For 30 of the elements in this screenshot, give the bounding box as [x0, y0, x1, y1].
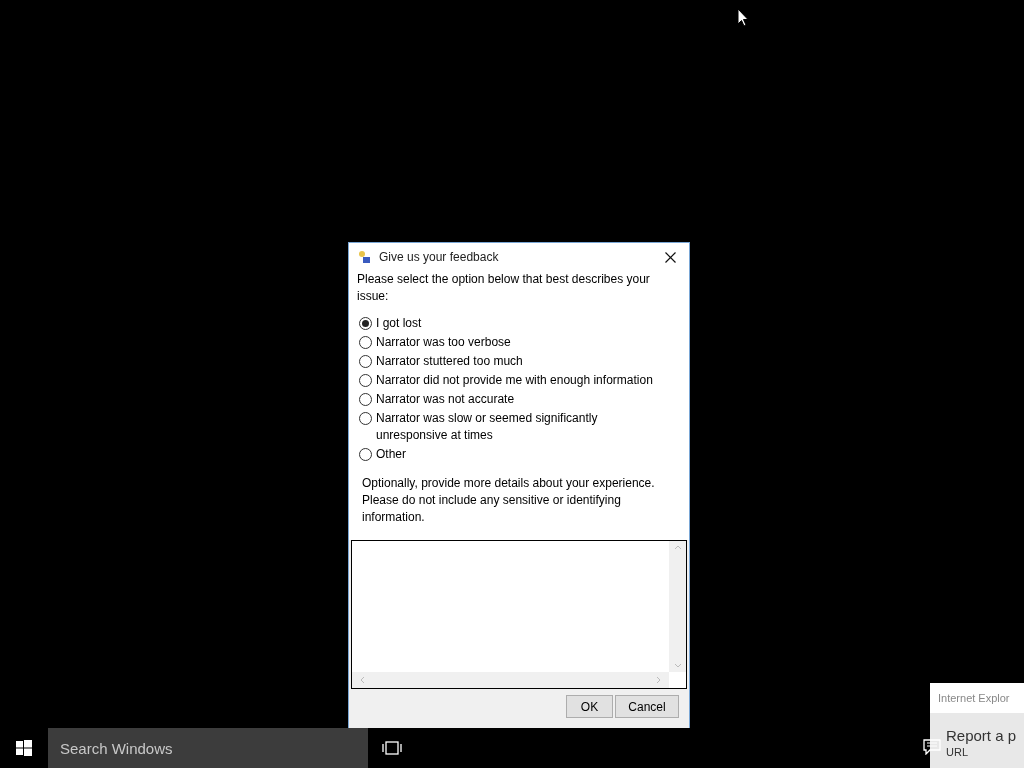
radio-button[interactable] [359, 374, 372, 387]
details-field[interactable] [351, 540, 687, 689]
radio-option[interactable]: Narrator was slow or seemed significantly unresponsive at times [359, 410, 679, 444]
radio-button[interactable] [359, 317, 372, 330]
cancel-button[interactable]: Cancel [615, 695, 679, 718]
radio-option[interactable]: Narrator was too verbose [359, 334, 679, 351]
radio-option[interactable]: Other [359, 446, 679, 463]
windows-logo-icon [16, 740, 32, 756]
radio-option[interactable]: Narrator was not accurate [359, 391, 679, 408]
radio-option[interactable]: Narrator did not provide me with enough information [359, 372, 679, 389]
close-icon [664, 251, 676, 263]
ok-button[interactable]: OK [566, 695, 613, 718]
radio-button[interactable] [359, 448, 372, 461]
radio-button[interactable] [359, 355, 372, 368]
window-title: Give us your feedback [379, 249, 500, 266]
radio-button[interactable] [359, 393, 372, 406]
radio-option[interactable]: Narrator stuttered too much [359, 353, 679, 370]
details-note: Optionally, provide more details about your experience. Please do not include any sensitive or identifying information. [361, 475, 656, 526]
notification-title: Report a p [945, 726, 1018, 745]
search-field[interactable]: Search Windows [48, 728, 368, 768]
app-icon [357, 250, 371, 264]
mouse-pointer-icon [737, 8, 749, 27]
radio-option[interactable]: I got lost [359, 315, 679, 332]
prompt-text: Please select the option below that best describes your issue: [356, 271, 651, 305]
action-center-icon[interactable] [923, 739, 941, 755]
notification-detail: URL [945, 745, 969, 759]
notification-app: Internet Explor [938, 690, 1010, 706]
radio-button[interactable] [359, 412, 372, 425]
radio-button[interactable] [359, 336, 372, 349]
task-view-icon [382, 741, 402, 755]
